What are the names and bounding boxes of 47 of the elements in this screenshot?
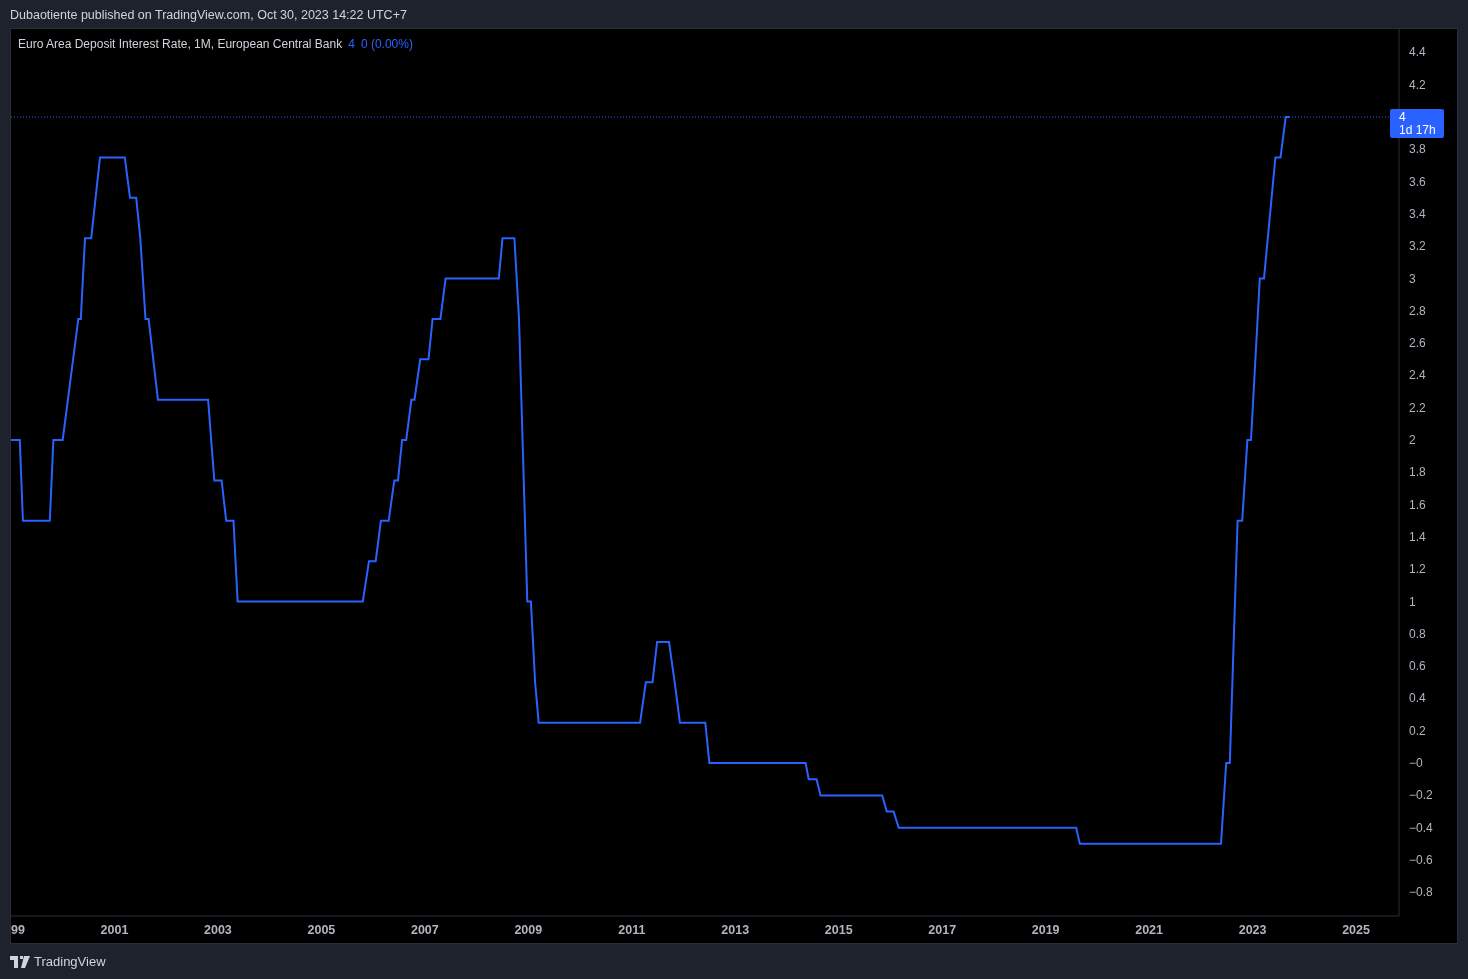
- x-axis-label: 2007: [410, 923, 439, 937]
- x-axis-label: 2025: [1342, 923, 1370, 937]
- y-axis-label: 0.2: [1409, 723, 1426, 738]
- x-axis-label: 2011: [618, 923, 646, 937]
- y-axis-label: 1: [1409, 594, 1416, 609]
- y-axis-label: 2: [1409, 433, 1416, 448]
- x-axis-label: 2003: [204, 923, 232, 937]
- x-axis-label: 2013: [721, 923, 750, 937]
- y-axis-label: 2.6: [1409, 336, 1426, 351]
- y-axis-label: −0.8: [1409, 885, 1433, 900]
- y-axis-label: 2.2: [1409, 400, 1426, 415]
- x-axis-label: 2021: [1135, 923, 1164, 937]
- y-axis-label: −0.2: [1409, 788, 1433, 803]
- y-axis-label: 4.4: [1409, 45, 1426, 60]
- change-value: 0 (0.00%): [360, 37, 413, 51]
- x-axis-label: 2015: [824, 923, 853, 937]
- x-axis-label: 99: [11, 923, 25, 937]
- y-axis-label: 1.6: [1409, 497, 1426, 512]
- x-axis-label: 2023: [1238, 923, 1267, 937]
- y-axis-label: 0.6: [1409, 659, 1426, 674]
- y-axis-label: 3.2: [1409, 239, 1426, 254]
- last-value: 4: [348, 37, 355, 51]
- x-axis-label: 2005: [307, 923, 336, 937]
- brand-name: TradingView: [34, 954, 106, 969]
- y-axis-label: −0.4: [1409, 820, 1433, 835]
- y-axis-label: 0.8: [1409, 626, 1426, 641]
- x-axis-label: 2009: [514, 923, 543, 937]
- x-axis-label: 2017: [928, 923, 957, 937]
- x-axis-label: 2019: [1031, 923, 1060, 937]
- y-axis-label: 2.8: [1409, 303, 1426, 318]
- y-axis-label: 1.8: [1409, 465, 1426, 480]
- y-axis-label: 1.2: [1409, 562, 1426, 577]
- y-axis-label: −0: [1409, 756, 1423, 771]
- y-axis-label: 1.4: [1409, 529, 1426, 544]
- x-axis-label: 2001: [100, 923, 129, 937]
- y-axis-label: 3: [1409, 271, 1416, 286]
- series-title: Euro Area Deposit Interest Rate, 1M, European Central Bank: [18, 37, 343, 51]
- y-axis-label: 3.4: [1409, 206, 1426, 221]
- y-axis-label: 2.4: [1409, 368, 1426, 383]
- y-axis-label: 3.6: [1409, 174, 1426, 189]
- publish-info: Dubaotiente published on TradingView.com, Oct 30, 2023 14:22 UTC+7: [10, 8, 407, 22]
- price-label: 4 1d 17h: [1390, 109, 1444, 138]
- y-axis-label: 0.4: [1409, 691, 1426, 706]
- y-axis-label: 3.8: [1409, 142, 1426, 157]
- logo-icon: [10, 955, 30, 968]
- y-axis-label: 4.2: [1409, 77, 1426, 92]
- y-axis-label: −0.6: [1409, 852, 1433, 867]
